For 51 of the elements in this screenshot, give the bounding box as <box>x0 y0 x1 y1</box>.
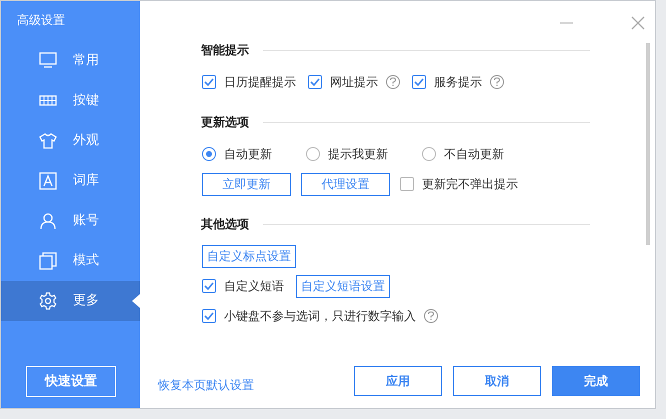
radio-label: 不自动更新 <box>444 146 504 163</box>
dialog-button[interactable]: 取消 <box>453 366 541 396</box>
radio-button[interactable] <box>422 147 436 161</box>
quick-settings-button[interactable]: 快速设置 <box>26 366 116 397</box>
checkbox-label: 小键盘不参与选词，只进行数字输入 <box>224 308 416 325</box>
sidebar-item[interactable]: 更多 <box>1 281 140 321</box>
help-icon[interactable] <box>490 75 504 89</box>
checkbox[interactable] <box>400 177 414 191</box>
monitor-icon <box>39 52 57 70</box>
radio-label: 提示我更新 <box>328 146 388 163</box>
selection-pointer <box>132 294 140 308</box>
close-icon[interactable] <box>631 16 645 30</box>
checkbox[interactable] <box>202 309 216 323</box>
settings-button[interactable]: 立即更新 <box>202 172 291 196</box>
shirt-icon <box>39 132 57 150</box>
radio-button[interactable] <box>202 147 216 161</box>
sidebar-item[interactable]: 按键 <box>1 81 140 121</box>
section-heading: 智能提示 <box>201 42 249 59</box>
minimize-icon[interactable] <box>560 22 573 24</box>
person-icon <box>39 212 57 230</box>
sidebar-item[interactable]: 模式 <box>1 241 140 281</box>
done-button[interactable]: 完成 <box>552 366 640 396</box>
sidebar-item[interactable]: 账号 <box>1 201 140 241</box>
window-title: 高级设置 <box>17 12 66 29</box>
checkbox[interactable] <box>202 75 216 89</box>
gear-icon <box>39 292 57 310</box>
settings-button[interactable]: 代理设置 <box>301 172 390 196</box>
help-icon[interactable] <box>424 309 438 323</box>
restore-defaults-link[interactable]: 恢复本页默认设置 <box>158 376 254 394</box>
scrollbar[interactable] <box>646 43 650 245</box>
pages-icon <box>39 252 57 270</box>
checkbox[interactable] <box>202 279 216 293</box>
sidebar-item[interactable]: 词库 <box>1 161 140 201</box>
checkbox-label: 网址提示 <box>330 74 378 91</box>
help-icon[interactable] <box>386 75 400 89</box>
radio-label: 自动更新 <box>224 146 272 163</box>
sidebar-item[interactable]: 外观 <box>1 121 140 161</box>
letter-a-icon <box>39 172 57 190</box>
checkbox-label: 服务提示 <box>434 74 482 91</box>
checkbox-label: 更新完不弹出提示 <box>422 176 518 193</box>
settings-button[interactable]: 自定义短语设置 <box>296 274 390 298</box>
settings-button[interactable]: 自定义标点设置 <box>202 244 296 268</box>
checkbox[interactable] <box>412 75 426 89</box>
section-heading: 更新选项 <box>201 114 249 131</box>
checkbox-label: 自定义短语 <box>224 278 284 295</box>
radio-button[interactable] <box>306 147 320 161</box>
dialog-button[interactable]: 应用 <box>354 366 442 396</box>
section-heading: 其他选项 <box>201 216 249 233</box>
sidebar-item[interactable]: 常用 <box>1 41 140 81</box>
checkbox[interactable] <box>308 75 322 89</box>
checkbox-label: 日历提醒提示 <box>224 74 296 91</box>
